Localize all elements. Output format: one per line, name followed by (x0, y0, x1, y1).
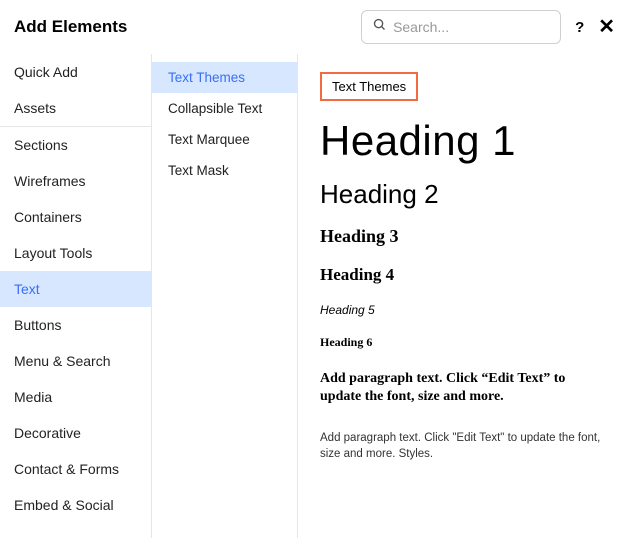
paragraph-sample-2[interactable]: Add paragraph text. Click "Edit Text" to… (320, 430, 607, 462)
category-contact-forms[interactable]: Contact & Forms (0, 451, 151, 487)
preview-section-label: Text Themes (320, 72, 418, 101)
heading-3-sample[interactable]: Heading 3 (320, 226, 607, 247)
heading-4-sample[interactable]: Heading 4 (320, 265, 607, 285)
close-icon[interactable]: ✕ (598, 17, 615, 37)
subcat-text-themes[interactable]: Text Themes (152, 62, 297, 93)
category-embed-social[interactable]: Embed & Social (0, 487, 151, 523)
heading-1-sample[interactable]: Heading 1 (320, 117, 607, 165)
category-quick-add[interactable]: Quick Add (0, 54, 151, 90)
category-text[interactable]: Text (0, 271, 151, 307)
category-assets[interactable]: Assets (0, 90, 151, 126)
search-icon (372, 17, 387, 37)
category-decorative[interactable]: Decorative (0, 415, 151, 451)
category-menu-search[interactable]: Menu & Search (0, 343, 151, 379)
help-icon[interactable]: ? (575, 19, 584, 36)
category-media[interactable]: Media (0, 379, 151, 415)
category-list: Quick Add Assets Sections Wireframes Con… (0, 54, 152, 538)
category-wireframes[interactable]: Wireframes (0, 163, 151, 199)
category-layout-tools[interactable]: Layout Tools (0, 235, 151, 271)
subcat-collapsible-text[interactable]: Collapsible Text (152, 93, 297, 124)
heading-5-sample[interactable]: Heading 5 (320, 303, 607, 317)
paragraph-sample-1[interactable]: Add paragraph text. Click “Edit Text” to… (320, 370, 607, 406)
heading-2-sample[interactable]: Heading 2 (320, 179, 607, 210)
subcategory-list: Text Themes Collapsible Text Text Marque… (152, 54, 298, 538)
category-sections[interactable]: Sections (0, 127, 151, 163)
preview-pane: Text Themes Heading 1 Heading 2 Heading … (298, 54, 629, 538)
heading-6-sample[interactable]: Heading 6 (320, 335, 607, 350)
search-input-wrapper[interactable] (361, 10, 561, 44)
panel-title: Add Elements (14, 17, 127, 37)
subcat-text-marquee[interactable]: Text Marquee (152, 124, 297, 155)
category-buttons[interactable]: Buttons (0, 307, 151, 343)
search-input[interactable] (393, 19, 550, 35)
category-containers[interactable]: Containers (0, 199, 151, 235)
subcat-text-mask[interactable]: Text Mask (152, 155, 297, 186)
